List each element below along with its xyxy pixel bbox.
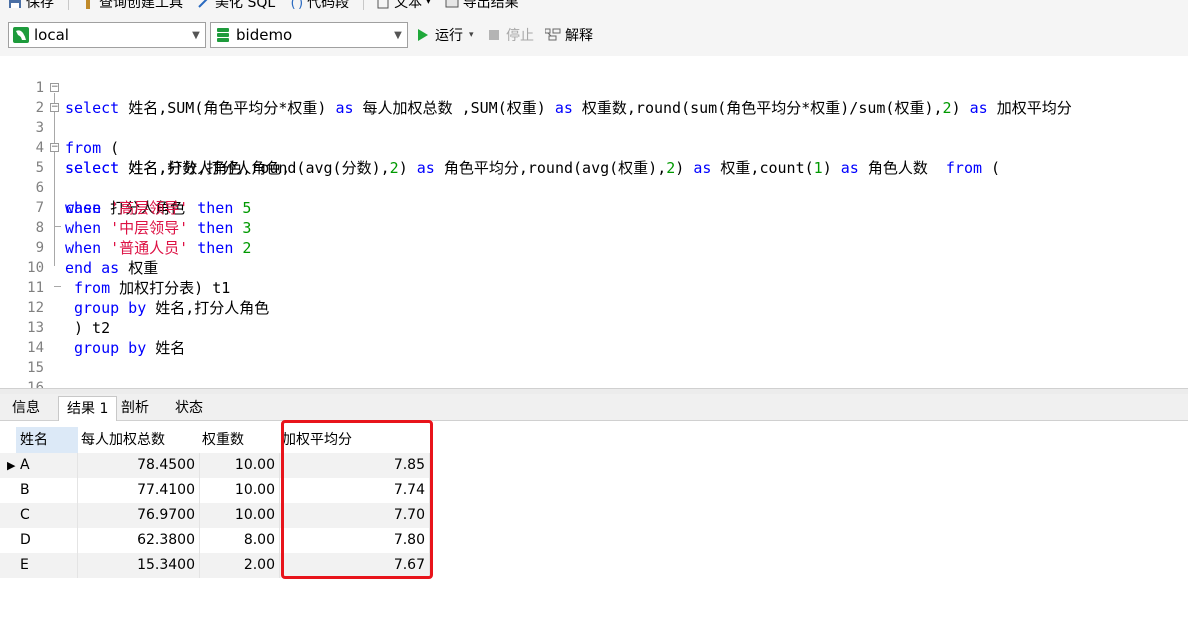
current-row-indicator-icon: ▶ — [7, 459, 16, 472]
code-line: 4 select 姓名,分数,打分人角色, — [0, 118, 1188, 177]
chevron-down-icon: ▼ — [192, 29, 200, 41]
toolbar-divider — [68, 0, 69, 10]
query-builder-label: 查询创建工具 — [99, 0, 183, 11]
text-label: 文本 — [394, 0, 423, 11]
code-line: 16 — [0, 358, 1188, 388]
cell-name[interactable]: D — [16, 528, 78, 553]
code-line: 15 — [0, 338, 1188, 376]
cell-name[interactable]: A — [16, 453, 78, 478]
text-dropdown-icon: ▾ — [426, 0, 431, 7]
cell-weighted-total[interactable]: 77.4100 — [78, 478, 200, 503]
save-button[interactable]: 保存 — [8, 0, 54, 12]
database-value: bidemo — [236, 26, 293, 44]
beautify-sql-button[interactable]: 美化 SQL — [197, 0, 275, 12]
svg-text:(): () — [289, 0, 303, 9]
query-builder-icon — [86, 0, 90, 9]
query-toolbar: local ▼ bidemo ▼ 运行 ▾ 停止 解释 — [0, 12, 1188, 56]
cell-name[interactable]: E — [16, 553, 78, 578]
code-line: 7 when '中层领导' then 3 — [0, 178, 1188, 237]
cell-name[interactable]: C — [16, 503, 78, 528]
beautify-sql-label: 美化 SQL — [215, 0, 276, 11]
tab-status[interactable]: 状态 — [167, 396, 211, 420]
column-header-name[interactable]: 姓名 — [16, 427, 78, 453]
toolbar-divider — [363, 0, 365, 10]
explain-label: 解释 — [565, 28, 593, 44]
code-line: 2 − from ( — [0, 78, 1188, 158]
braces-icon: () — [289, 0, 303, 9]
result-grid[interactable]: 姓名 每人加权总数 权重数 加权平均分 ▶ A 78.4500 10.00 7.… — [0, 421, 1188, 627]
cell-weighted-total[interactable]: 78.4500 — [78, 453, 200, 478]
cell-weighted-total[interactable]: 76.9700 — [78, 503, 200, 528]
collapse-toggle-icon[interactable]: − — [50, 143, 59, 152]
cell-weight-count[interactable]: 10.00 — [200, 503, 280, 528]
tab-profile[interactable]: 剖析 — [113, 396, 157, 420]
cell-name[interactable]: B — [16, 478, 78, 503]
collapse-toggle-icon[interactable]: − — [50, 103, 59, 112]
run-button[interactable]: 运行 ▾ — [417, 24, 474, 46]
stop-button[interactable]: 停止 — [488, 24, 534, 46]
database-icon — [217, 28, 229, 42]
code-line: 13 group by 姓名 — [0, 298, 1188, 357]
code-line: 1 select 姓名,SUM(角色平均分*权重) as 每人加权总数 ,SUM… — [0, 58, 1188, 117]
cell-weighted-total[interactable]: 15.3400 — [78, 553, 200, 578]
code-line: 17 — [0, 378, 1188, 388]
connection-icon — [13, 27, 29, 43]
run-label: 运行 — [435, 28, 463, 44]
chevron-down-icon: ▼ — [394, 29, 402, 41]
stop-icon — [489, 30, 499, 40]
code-line: 11 group by 姓名,打分人角色 — [0, 258, 1188, 317]
connection-value: local — [34, 26, 69, 44]
code-line: 12 ) t2 — [0, 278, 1188, 337]
query-builder-button[interactable]: 查询创建工具 — [81, 0, 183, 12]
explain-button[interactable]: 解释 — [545, 24, 593, 46]
code-line: 10 from 加权打分表) t1 — [0, 238, 1188, 297]
cell-weight-count[interactable]: 10.00 — [200, 478, 280, 503]
highlight-box — [281, 420, 433, 579]
document-icon — [377, 0, 389, 9]
code-line: 3 − select 姓名,打分人角色,round(avg(分数),2) as … — [0, 98, 1188, 178]
code-line: 14 — [0, 318, 1188, 356]
magic-wand-icon — [198, 0, 208, 8]
explain-icon — [545, 28, 561, 41]
save-label: 保存 — [26, 0, 54, 11]
code-line: 8 when '普通人员' then 2 — [0, 198, 1188, 257]
export-results-label: 导出结果 — [462, 0, 519, 11]
column-header-weighted-total[interactable]: 每人加权总数 — [78, 427, 200, 453]
sql-editor[interactable]: 1 select 姓名,SUM(角色平均分*权重) as 每人加权总数 ,SUM… — [0, 56, 1188, 388]
cell-weighted-total[interactable]: 62.3800 — [78, 528, 200, 553]
column-header-weight-count[interactable]: 权重数 — [200, 427, 280, 453]
code-snippet-button[interactable]: () 代码段 — [289, 0, 349, 12]
tab-info[interactable]: 信息 — [4, 396, 48, 420]
cell-weight-count[interactable]: 10.00 — [200, 453, 280, 478]
run-dropdown-icon[interactable]: ▾ — [469, 30, 474, 40]
save-icon — [9, 0, 21, 8]
main-toolbar: 保存 查询创建工具 美化 SQL () 代码段 文本 ▾ 导出结果 — [0, 0, 1188, 12]
export-results-button[interactable]: 导出结果 — [445, 0, 519, 12]
export-icon — [445, 0, 459, 8]
stop-label: 停止 — [506, 28, 534, 44]
text-button[interactable]: 文本 ▾ — [376, 0, 431, 12]
collapse-toggle-icon[interactable]: − — [50, 83, 59, 92]
code-line: 9 end as 权重 — [0, 218, 1188, 277]
tab-result-1[interactable]: 结果 1 — [58, 396, 118, 421]
code-line: 5 − case 打分人角色 — [0, 138, 1188, 218]
code-snippet-label: 代码段 — [307, 0, 350, 11]
result-tabs: 信息 结果 1 剖析 状态 — [0, 394, 1188, 421]
code-line: 6 when '高层领导' then 5 — [0, 158, 1188, 217]
cell-weight-count[interactable]: 8.00 — [200, 528, 280, 553]
database-select[interactable]: bidemo ▼ — [210, 22, 408, 48]
connection-select[interactable]: local ▼ — [8, 22, 206, 48]
cell-weight-count[interactable]: 2.00 — [200, 553, 280, 578]
play-icon — [418, 29, 428, 41]
